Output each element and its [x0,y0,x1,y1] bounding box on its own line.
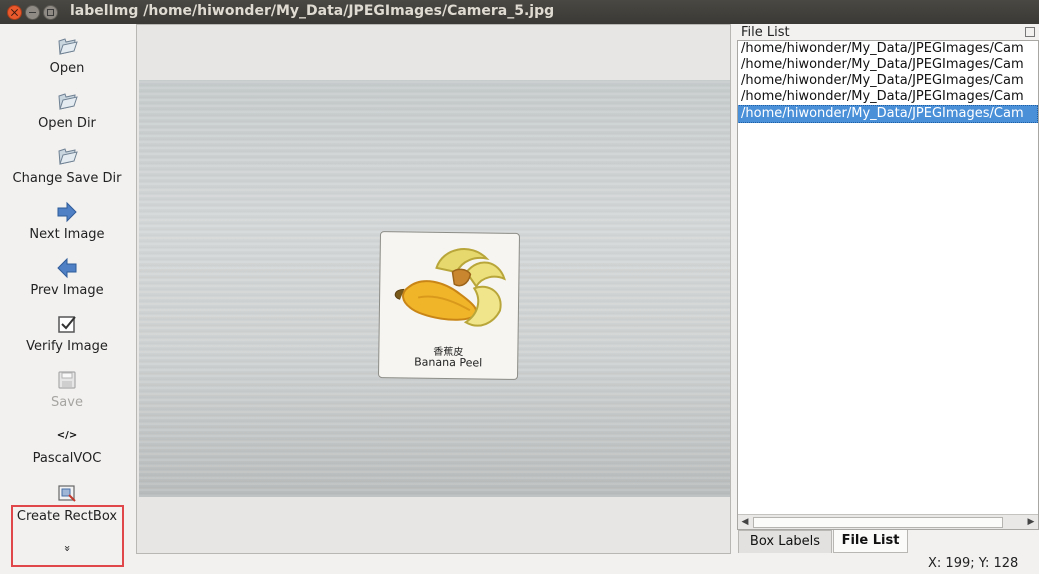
save-button[interactable]: Save [0,369,134,410]
annotation-image[interactable]: 香蕉皮 Banana Peel [139,80,730,497]
list-item-selected[interactable]: /home/hiwonder/My_Data/JPEGImages/Cam [738,105,1038,123]
open-dir-label: Open Dir [38,116,96,131]
verify-image-label: Verify Image [26,339,108,354]
card-label-english: Banana Peel [414,355,483,370]
highlight-annotation [11,505,124,567]
close-window-button[interactable] [7,5,22,20]
folder-icon [58,93,78,110]
folder-icon [58,148,78,165]
list-item[interactable]: /home/hiwonder/My_Data/JPEGImages/Cam [738,41,1038,57]
tab-file-list[interactable]: File List [833,530,908,553]
file-list-dock-title: File List [741,25,790,40]
save-label: Save [51,395,83,410]
horizontal-scrollbar[interactable]: ◀ ▶ [738,514,1038,529]
change-save-dir-button[interactable]: Change Save Dir [0,145,134,186]
rectbox-icon [58,485,76,502]
verify-image-button[interactable]: Verify Image [0,313,134,354]
toolbar-extension-button[interactable]: » [0,542,134,555]
next-image-button[interactable]: Next Image [0,201,134,242]
arrow-left-icon [57,257,77,279]
list-item[interactable]: /home/hiwonder/My_Data/JPEGImages/Cam [738,73,1038,89]
banana-peel-illustration [394,248,506,327]
code-icon: </> [56,430,78,441]
list-item[interactable]: /home/hiwonder/My_Data/JPEGImages/Cam [738,57,1038,73]
scroll-left-icon[interactable]: ◀ [738,515,752,529]
cursor-coordinates: X: 199; Y: 128 [928,556,1019,571]
tool-bar: Open Open Dir Change Save Dir Next Image… [0,24,134,567]
open-dir-button[interactable]: Open Dir [0,90,134,131]
pascalvoc-label: PascalVOC [32,451,102,466]
banana-card: 香蕉皮 Banana Peel [377,231,521,380]
save-icon [58,371,76,389]
prev-image-label: Prev Image [30,283,104,298]
prev-image-button[interactable]: Prev Image [0,257,134,298]
minimize-window-button[interactable] [25,5,40,20]
pascalvoc-button[interactable]: </> PascalVOC [0,425,134,466]
window-title: labelImg /home/hiwonder/My_Data/JPEGImag… [70,3,555,19]
maximize-window-button[interactable] [43,5,58,20]
dock-float-icon[interactable] [1025,27,1035,37]
scroll-right-icon[interactable]: ▶ [1024,515,1038,529]
change-save-dir-label: Change Save Dir [12,171,122,186]
scrollbar-thumb[interactable] [753,517,1003,528]
open-button[interactable]: Open [0,35,134,76]
more-chevron-icon: » [60,545,74,552]
folder-icon [58,38,78,55]
list-item[interactable]: /home/hiwonder/My_Data/JPEGImages/Cam [738,89,1038,105]
open-label: Open [49,61,85,76]
tab-box-labels[interactable]: Box Labels [738,530,832,553]
next-image-label: Next Image [29,227,105,242]
file-list[interactable]: /home/hiwonder/My_Data/JPEGImages/Cam /h… [737,40,1039,530]
checkbox-icon [58,316,76,333]
arrow-right-icon [57,201,77,223]
window-titlebar: labelImg /home/hiwonder/My_Data/JPEGImag… [0,0,1039,24]
